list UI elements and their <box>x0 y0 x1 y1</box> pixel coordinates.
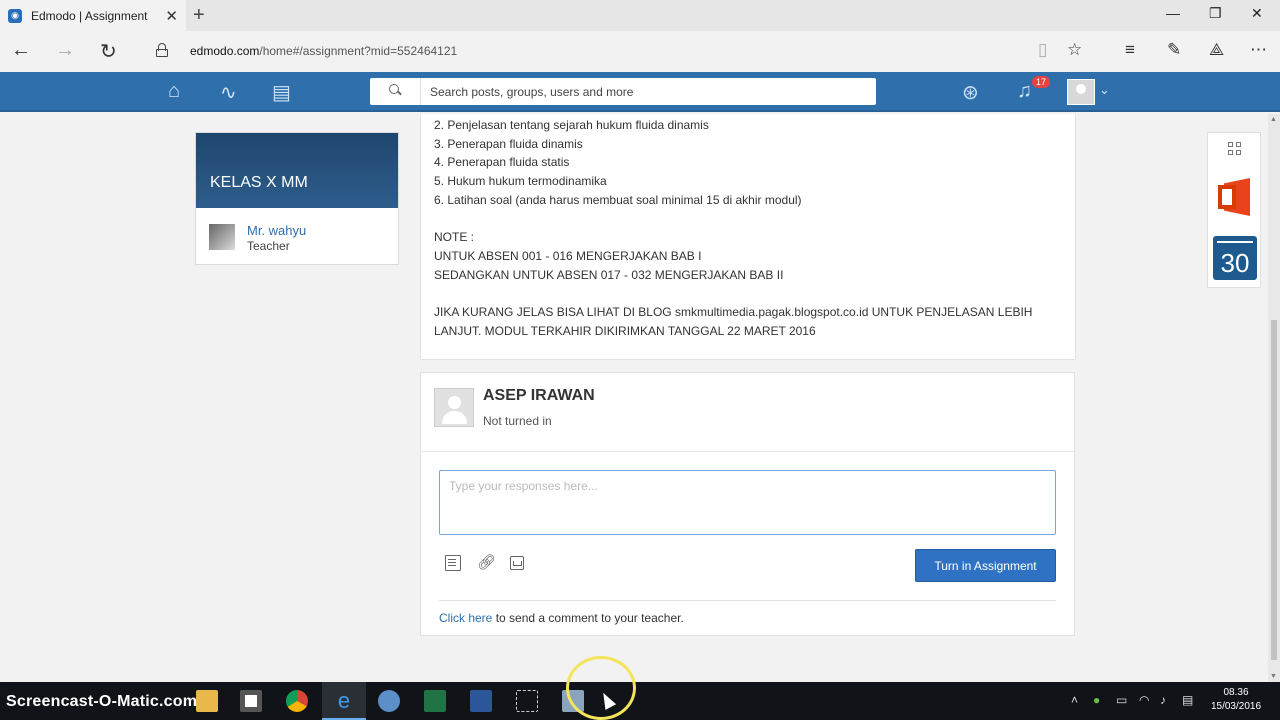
chrome-icon[interactable] <box>286 690 308 712</box>
screencast-watermark: Screencast-O-Matic.com <box>6 693 198 710</box>
scrollbar-thumb[interactable] <box>1271 320 1277 660</box>
divider <box>439 600 1056 601</box>
assignment-line: 2. Penjelasan tentang sejarah hukum flui… <box>434 118 709 132</box>
office-icon[interactable] <box>1218 178 1252 216</box>
windows-taskbar: Screencast-O-Matic.com e ˄ ● ▭ ◠ ♪ ▤ 08.… <box>0 682 1280 720</box>
minimize-icon[interactable]: — <box>1166 5 1180 21</box>
assignment-line: 5. Hukum hukum termodinamika <box>434 174 607 189</box>
assignment-line: 4. Penerapan fluida statis <box>434 155 570 170</box>
home-icon[interactable]: ⌂ <box>168 80 180 103</box>
notifications-bell-icon[interactable]: ♫ <box>1017 80 1032 103</box>
hub-icon[interactable]: ≡ <box>1125 40 1135 60</box>
chevron-down-icon[interactable]: ⌄ <box>1099 82 1110 98</box>
assignment-line: NOTE : <box>434 230 475 245</box>
click-here-link[interactable]: Click here <box>439 611 492 625</box>
main-content: KELAS X MM Mr. wahyu Teacher 2. Penjelas… <box>0 114 1268 682</box>
edge-icon[interactable]: e <box>333 690 355 712</box>
excel-icon[interactable] <box>424 690 446 712</box>
notification-badge: 17 <box>1032 76 1051 88</box>
clock-date: 15/03/2016 <box>1210 701 1262 712</box>
assignment-line: 3. Penerapan fluida dinamis <box>434 136 583 151</box>
search-input[interactable] <box>430 82 860 102</box>
close-tab-icon[interactable]: ✕ <box>165 7 178 25</box>
apps-grid-icon[interactable] <box>1228 142 1242 156</box>
back-icon[interactable]: ← <box>11 39 31 62</box>
lock-icon <box>156 43 168 57</box>
student-name: ASEP IRAWAN <box>483 387 595 404</box>
url-field[interactable]: edmodo.com/home#/assignment?mid=55246412… <box>190 44 457 58</box>
teacher-avatar[interactable] <box>209 224 235 250</box>
apps-panel: 30 <box>1207 132 1261 288</box>
assignment-line: 6. Latihan soal (anda harus membuat soal… <box>434 192 802 207</box>
close-window-icon[interactable]: ✕ <box>1251 5 1263 22</box>
file-explorer-icon[interactable] <box>196 690 218 712</box>
teacher-info: Mr. wahyu Teacher <box>196 208 398 265</box>
group-card: KELAS X MM Mr. wahyu Teacher <box>195 132 399 265</box>
submission-status: Not turned in <box>483 414 552 428</box>
network-app-tray-icon[interactable]: ● <box>1093 693 1100 707</box>
teacher-name-link[interactable]: Mr. wahyu <box>247 223 306 238</box>
assignment-line: SEDANGKAN UNTUK ABSEN 017 - 032 MENGERJA… <box>434 267 784 282</box>
attach-file-icon[interactable] <box>445 555 461 571</box>
calendar-icon[interactable]: 30 <box>1213 236 1257 280</box>
web-note-icon[interactable]: ✎ <box>1167 40 1181 60</box>
comment-prompt-text: to send a comment to your teacher. <box>492 611 684 625</box>
action-center-icon[interactable]: ▤ <box>1182 693 1193 707</box>
refresh-icon[interactable]: ↻ <box>100 39 117 64</box>
snipping-tool-icon[interactable] <box>516 690 538 712</box>
search-icon[interactable] <box>389 84 402 96</box>
cursor-highlight-ring <box>566 656 636 720</box>
forward-icon[interactable]: → <box>55 39 75 62</box>
assignment-line: JIKA KURANG JELAS BISA LIHAT DI BLOG smk… <box>434 304 1033 319</box>
turn-in-assignment-button[interactable]: Turn in Assignment <box>915 549 1056 582</box>
assignment-line <box>434 209 1064 228</box>
assignment-line <box>434 284 1064 303</box>
show-hidden-icons-icon[interactable]: ˄ <box>1071 693 1078 707</box>
clock-time: 08.36 <box>1223 687 1249 698</box>
submission-card: ASEP IRAWAN Not turned in 🔗︎ Turn in Ass… <box>420 372 1075 636</box>
attach-library-icon[interactable] <box>510 556 524 570</box>
screencast-app-icon[interactable] <box>378 690 400 712</box>
address-bar: ← → ↻ edmodo.com/home#/assignment?mid=55… <box>0 31 1280 72</box>
attach-link-icon[interactable]: 🔗︎ <box>477 553 496 571</box>
progress-icon[interactable]: ∿ <box>220 80 237 105</box>
browser-tab-bar: ◉ Edmodo | Assignment ✕ + — ❐ ✕ <box>0 0 1280 31</box>
student-avatar <box>434 388 474 427</box>
word-icon[interactable] <box>470 690 492 712</box>
comment-prompt: Click here to send a comment to your tea… <box>439 611 684 625</box>
response-textarea[interactable] <box>439 470 1056 535</box>
favorite-star-icon[interactable]: ☆ <box>1067 40 1082 60</box>
reading-view-icon[interactable]: ▯ <box>1038 40 1047 60</box>
teacher-role: Teacher <box>247 239 290 253</box>
assignment-line: UNTUK ABSEN 001 - 016 MENGERJAKAN BAB I <box>434 248 702 263</box>
tab-title: Edmodo | Assignment <box>31 8 148 23</box>
edmodo-favicon-icon: ◉ <box>8 8 22 23</box>
more-icon[interactable]: ⋯ <box>1250 40 1267 60</box>
battery-icon[interactable]: ▭ <box>1116 693 1127 707</box>
restore-icon[interactable]: ❐ <box>1209 5 1222 22</box>
browser-tab[interactable]: ◉ Edmodo | Assignment ✕ <box>0 0 186 31</box>
group-header[interactable]: KELAS X MM <box>196 133 398 208</box>
calendar-day: 30 <box>1220 248 1250 278</box>
edmodo-header: ⌂ ∿ ▤ ⊛ ♫ 17 ⌄ <box>0 72 1280 112</box>
assignment-description: 2. Penjelasan tentang sejarah hukum flui… <box>420 114 1076 360</box>
search-divider <box>420 78 421 105</box>
store-icon[interactable] <box>240 690 262 712</box>
search-box <box>370 78 876 105</box>
scroll-up-icon[interactable]: ▲ <box>1270 116 1277 123</box>
wifi-icon[interactable]: ◠ <box>1139 693 1149 707</box>
scroll-down-icon[interactable]: ▼ <box>1270 673 1277 680</box>
user-avatar[interactable] <box>1067 79 1095 105</box>
group-name: KELAS X MM <box>210 174 308 191</box>
new-tab-icon[interactable]: + <box>193 4 205 27</box>
assignment-line: LANJUT. MODUL TERKAHIR DIKIRIMKAN TANGGA… <box>434 323 816 338</box>
assignment-text: 2. Penjelasan tentang sejarah hukum flui… <box>434 116 1064 340</box>
spotlight-icon[interactable]: ⊛ <box>962 80 979 105</box>
volume-icon[interactable]: ♪ <box>1160 693 1166 707</box>
divider <box>421 451 1074 452</box>
backpack-icon[interactable]: ▤ <box>272 80 291 105</box>
page-scrollbar[interactable]: ▲ ▼ <box>1268 114 1280 682</box>
taskbar-clock[interactable]: 08.36 15/03/2016 <box>1206 686 1266 714</box>
share-icon[interactable]: ⟁ <box>1209 40 1224 60</box>
